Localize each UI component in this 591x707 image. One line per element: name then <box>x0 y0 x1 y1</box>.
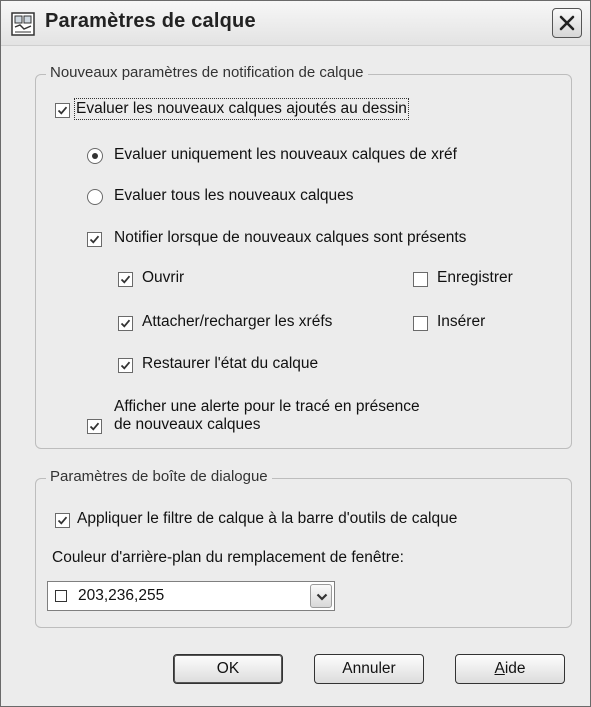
color-swatch <box>55 590 67 602</box>
title-bar: Paramètres de calque <box>1 1 590 46</box>
insert-label[interactable]: Insérer <box>437 313 485 331</box>
plot-alert-checkbox[interactable] <box>87 419 102 434</box>
ok-button[interactable]: OK <box>173 654 283 684</box>
bg-color-value: 203,236,255 <box>78 587 165 604</box>
notify-checkbox[interactable] <box>87 232 102 247</box>
close-x-icon <box>559 15 575 31</box>
layer-settings-dialog: Paramètres de calque Nouveaux paramètres… <box>0 0 591 707</box>
notification-group-legend: Nouveaux paramètres de notification de c… <box>46 64 368 81</box>
radio-evaluate-xref-only-label[interactable]: Evaluer uniquement les nouveaux calques … <box>114 146 457 164</box>
layer-settings-icon <box>11 12 35 36</box>
open-checkbox[interactable] <box>118 272 133 287</box>
restore-state-checkbox[interactable] <box>118 358 133 373</box>
attach-reload-label[interactable]: Attacher/recharger les xréfs <box>142 313 332 331</box>
apply-filter-checkbox[interactable] <box>55 513 70 528</box>
radio-evaluate-xref-only[interactable] <box>87 148 103 164</box>
radio-evaluate-all[interactable] <box>87 189 103 205</box>
plot-alert-label[interactable]: Afficher une alerte pour le tracé en pré… <box>114 398 420 434</box>
notification-group: Nouveaux paramètres de notification de c… <box>35 64 572 449</box>
bg-color-select[interactable]: 203,236,255 <box>47 581 335 611</box>
cancel-button[interactable]: Annuler <box>314 654 424 684</box>
chevron-down-icon <box>316 593 328 601</box>
plot-alert-label-line1: Afficher une alerte pour le tracé en pré… <box>114 398 420 415</box>
notify-label[interactable]: Notifier lorsque de nouveaux calques son… <box>114 229 466 247</box>
evaluate-new-layers-checkbox[interactable] <box>55 103 70 118</box>
save-label[interactable]: Enregistrer <box>437 269 513 287</box>
dialog-group-legend: Paramètres de boîte de dialogue <box>46 468 272 485</box>
help-button[interactable]: Aide <box>455 654 565 684</box>
apply-filter-label[interactable]: Appliquer le filtre de calque à la barre… <box>77 510 457 528</box>
bg-color-label: Couleur d'arrière-plan du remplacement d… <box>52 549 404 566</box>
dialog-title: Paramètres de calque <box>45 10 256 32</box>
evaluate-new-layers-label[interactable]: Evaluer les nouveaux calques ajoutés au … <box>74 98 409 120</box>
dropdown-arrow[interactable] <box>310 584 332 608</box>
save-checkbox[interactable] <box>413 272 428 287</box>
close-button[interactable] <box>552 8 582 38</box>
attach-reload-checkbox[interactable] <box>118 316 133 331</box>
insert-checkbox[interactable] <box>413 316 428 331</box>
restore-state-label[interactable]: Restaurer l'état du calque <box>142 355 318 373</box>
radio-evaluate-all-label[interactable]: Evaluer tous les nouveaux calques <box>114 187 354 205</box>
plot-alert-label-line2: de nouveaux calques <box>114 416 261 433</box>
open-label[interactable]: Ouvrir <box>142 269 184 287</box>
